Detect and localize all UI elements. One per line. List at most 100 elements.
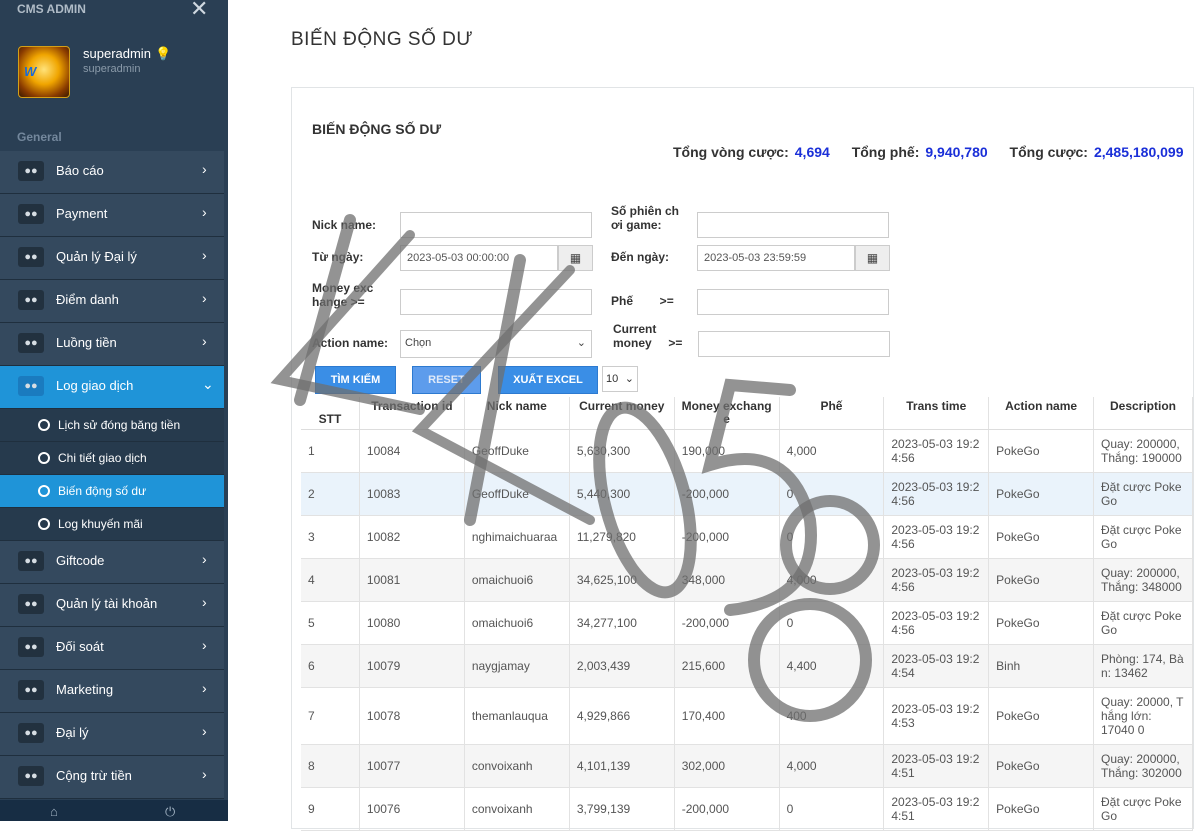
tu-ngay-label: Từ ngày:	[312, 250, 364, 264]
chevron-down-icon: ⌄	[576, 337, 586, 349]
chevron-right-icon: ›	[202, 204, 207, 220]
sidebar: CMS ADMIN ✕ W superadmin 💡 superadmin Gen…	[0, 0, 228, 821]
column-header[interactable]: Transaction id	[359, 397, 465, 430]
chevron-right-icon: ›	[202, 723, 207, 739]
total-vong-cuoc-label: Tổng vòng cược:	[673, 144, 789, 160]
submenu-item-bien-dong-so-du[interactable]: Biến động số dư	[0, 475, 224, 508]
table-row[interactable]: 4 10081 omaichuoi6 34,625,100 348,000 4,000 20…	[301, 558, 1193, 602]
column-header[interactable]: Current money	[569, 397, 675, 430]
current-money-input[interactable]	[698, 331, 890, 357]
column-header[interactable]: Description	[1093, 397, 1193, 430]
column-header[interactable]: Nick name	[464, 397, 570, 430]
circle-icon	[38, 485, 50, 497]
chevron-right-icon: ›	[202, 161, 207, 177]
sidebar-item-giftcode[interactable]: ●● Giftcode ›	[0, 541, 224, 584]
cell-nick-name: GeoffDuke	[464, 429, 570, 473]
action-name-label: Action name:	[312, 336, 389, 350]
money-exchange-input[interactable]	[400, 289, 592, 315]
reset-button[interactable]: RESET	[412, 366, 481, 394]
gamepad-icon: ●●	[18, 290, 44, 310]
sidebar-item-marketing[interactable]: ●● Marketing ›	[0, 670, 224, 713]
column-header[interactable]: Money exchang e	[674, 397, 780, 430]
sidebar-item-bao-cao[interactable]: ●● Báo cáo ›	[0, 151, 224, 194]
sidebar-item-dai-ly[interactable]: ●● Đại lý ›	[0, 713, 224, 756]
sidebar-item-payment[interactable]: ●● Payment ›	[0, 194, 224, 237]
cell-stt: 5	[301, 601, 360, 645]
search-button[interactable]: TÌM KIẾM	[315, 366, 396, 394]
table-row[interactable]: 2 10083 GeoffDuke 5,440,300 -200,000 0 2023-05…	[301, 472, 1193, 516]
calendar-icon[interactable]: ▦	[855, 245, 890, 271]
cell-action-name: PokeGo	[988, 744, 1094, 788]
gamepad-icon: ●●	[18, 637, 44, 657]
column-header[interactable]: STT	[301, 397, 360, 430]
cell-action-name: PokeGo	[988, 787, 1094, 831]
table-row[interactable]: 6 10079 naygjamay 2,003,439 215,600 4,400 2023…	[301, 644, 1193, 688]
sidebar-item-quan-ly-dai-ly[interactable]: ●● Quản lý Đại lý ›	[0, 237, 224, 280]
cell-description: Quay: 200000, Thắng: 302000	[1093, 744, 1193, 788]
submenu-item-chi-tiet-giao-dich[interactable]: Chi tiết giao dịch	[0, 442, 224, 475]
column-header[interactable]: Action name	[988, 397, 1094, 430]
phe-input[interactable]	[697, 289, 889, 315]
page-size-select[interactable]: 10 ⌄	[602, 366, 638, 392]
cell-stt: 7	[301, 687, 360, 745]
nick-name-input[interactable]	[400, 212, 592, 238]
sidebar-item-label: Quản lý tài khoản	[56, 596, 158, 611]
sidebar-item-quan-ly-tai-khoan[interactable]: ●● Quản lý tài khoản ›	[0, 584, 224, 627]
cell-transaction-id: 10082	[359, 515, 465, 559]
chevron-right-icon: ›	[202, 766, 207, 782]
gamepad-icon: ●●	[18, 333, 44, 353]
tu-ngay-input[interactable]: 2023-05-03 00:00:00	[400, 245, 558, 271]
sidebar-item-doi-soat[interactable]: ●● Đối soát ›	[0, 627, 224, 670]
gamepad-icon: ●●	[18, 551, 44, 571]
sidebar-item-label: Luồng tiền	[56, 335, 117, 350]
sidebar-item-log-giao-dich[interactable]: ●● Log giao dịch ⌄	[0, 366, 224, 409]
sidebar-item-label: Giftcode	[56, 553, 105, 568]
action-name-select[interactable]: Chọn ⌄	[400, 330, 592, 358]
column-header[interactable]: Trans time	[883, 397, 990, 430]
home-icon[interactable]: ⌂	[50, 804, 58, 819]
cell-trans-time: 2023-05-03 19:2 4:56	[883, 558, 990, 602]
cell-money-exchange: 190,000	[674, 429, 780, 473]
submenu-item-lich-su-dong-bang-tien[interactable]: Lịch sử đóng băng tiền	[0, 409, 224, 442]
submenu-item-log-khuyen-mai[interactable]: Log khuyến mãi	[0, 508, 224, 541]
calendar-icon[interactable]: ▦	[558, 245, 593, 271]
chevron-right-icon: ›	[202, 333, 207, 349]
sidebar-menu: ●● Báo cáo › ●● Payment › ●● Quản lý Đại lý › …	[0, 151, 224, 799]
transactions-table: STT Transaction id Nick name Current mon…	[301, 397, 1193, 831]
table-row[interactable]: 9 10076 convoixanh 3,799,139 -200,000 0 2023-0…	[301, 787, 1193, 831]
sidebar-header: CMS ADMIN ✕	[0, 0, 228, 22]
cell-stt: 8	[301, 744, 360, 788]
table-row[interactable]: 3 10082 nghimaichuaraa 11,279,820 -200,000 0 2…	[301, 515, 1193, 559]
table-row[interactable]: 7 10078 themanlauqua 4,929,866 170,400 400 202…	[301, 687, 1193, 745]
den-ngay-input[interactable]: 2023-05-03 23:59:59	[697, 245, 855, 271]
cell-nick-name: convoixanh	[464, 744, 570, 788]
menu-section-label: General	[17, 130, 62, 144]
table-row[interactable]: 5 10080 omaichuoi6 34,277,100 -200,000 0 2023-…	[301, 601, 1193, 645]
table-row[interactable]: 8 10077 convoixanh 4,101,139 302,000 4,000 202…	[301, 744, 1193, 788]
cell-current-money: 34,625,100	[569, 558, 675, 602]
close-icon[interactable]: ✕	[190, 0, 208, 22]
cell-current-money: 2,003,439	[569, 644, 675, 688]
cell-stt: 2	[301, 472, 360, 516]
cell-action-name: PokeGo	[988, 429, 1094, 473]
money-exchange-label-line1: Money exc	[312, 281, 374, 295]
column-header[interactable]: Phế	[779, 397, 885, 430]
chevron-right-icon: ›	[202, 290, 207, 306]
table-row[interactable]: 1 10084 GeoffDuke 5,630,300 190,000 4,000 2023…	[301, 429, 1193, 473]
chevron-right-icon: ›	[202, 247, 207, 263]
gamepad-icon: ●●	[18, 723, 44, 743]
power-icon[interactable]: ⏻	[165, 804, 175, 820]
cell-money-exchange: 348,000	[674, 558, 780, 602]
sidebar-item-cong-tru-tien[interactable]: ●● Cộng trừ tiền ›	[0, 756, 224, 799]
profile-subtitle: superadmin	[83, 63, 141, 75]
cell-transaction-id: 10084	[359, 429, 465, 473]
cell-stt: 3	[301, 515, 360, 559]
cell-phe: 0	[779, 787, 885, 831]
so-phien-choi-game-input[interactable]	[697, 212, 889, 238]
sidebar-item-luong-tien[interactable]: ●● Luồng tiền ›	[0, 323, 224, 366]
gamepad-icon: ●●	[18, 204, 44, 224]
export-excel-button[interactable]: XUẤT EXCEL	[498, 366, 598, 394]
circle-icon	[38, 419, 50, 431]
cell-current-money: 34,277,100	[569, 601, 675, 645]
sidebar-item-diem-danh[interactable]: ●● Điểm danh ›	[0, 280, 224, 323]
